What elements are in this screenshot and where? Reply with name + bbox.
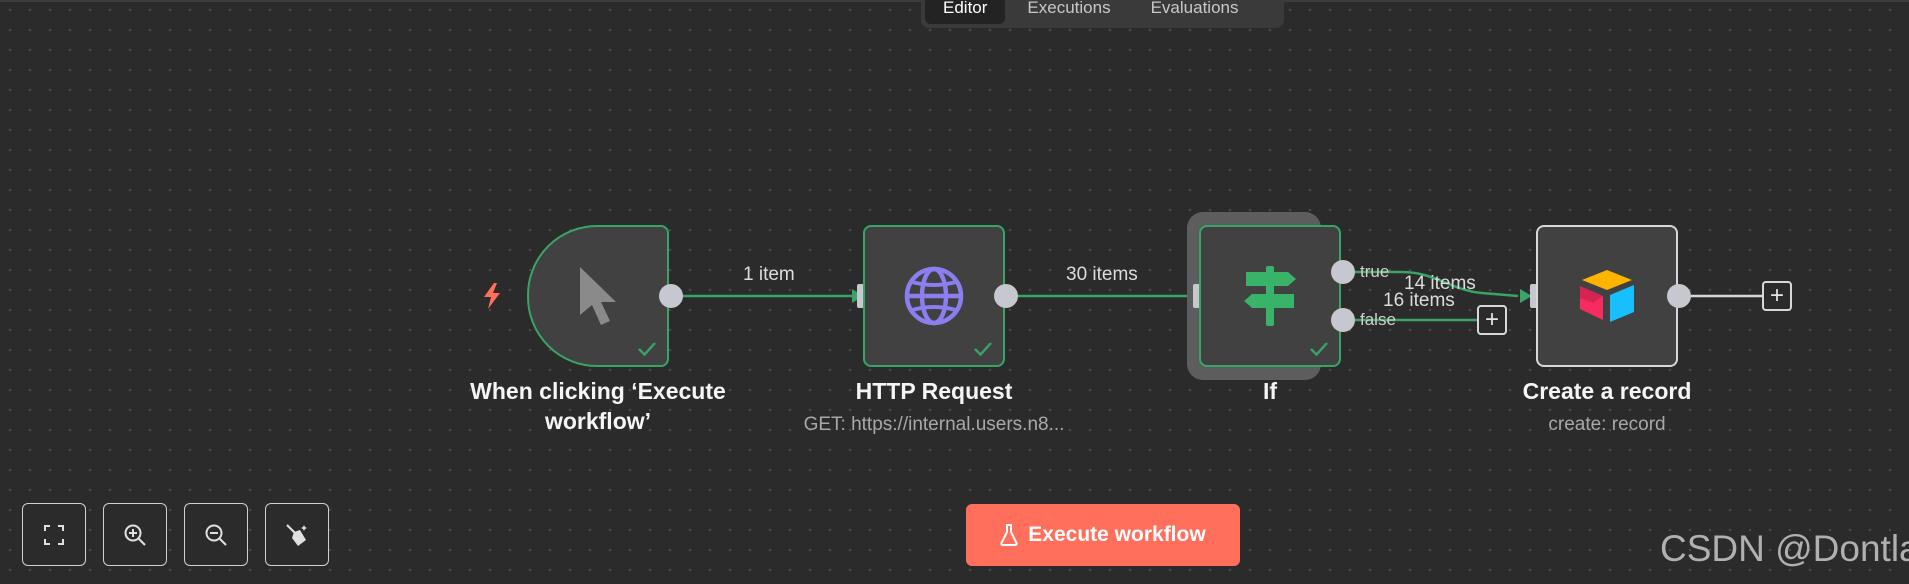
if-title: If (1262, 378, 1278, 404)
watermark-text: CSDN @Dontla (1660, 528, 1909, 569)
add-node-false-branch-button[interactable]: + (1477, 305, 1507, 335)
edge-label-16-items: 16 items (1383, 290, 1455, 311)
cursor-icon (580, 267, 616, 325)
success-check-icon (1310, 342, 1328, 357)
fit-view-button[interactable] (22, 503, 86, 566)
trigger-output-handle[interactable] (659, 284, 683, 308)
zoom-in-button[interactable] (103, 503, 167, 566)
edge-label-30-items: 30 items (1066, 264, 1138, 285)
if-false-handle[interactable] (1331, 308, 1355, 332)
branch-label-false: false (1360, 310, 1396, 329)
airtable-icon (1580, 270, 1634, 322)
edge-trigger-http[interactable] (671, 289, 864, 303)
signpost-icon (1244, 266, 1296, 326)
http-output-handle[interactable] (994, 284, 1018, 308)
if-true-handle[interactable] (1331, 260, 1355, 284)
broom-icon (286, 523, 307, 546)
http-title: HTTP Request (855, 378, 1013, 404)
fit-view-icon (44, 524, 64, 545)
airtable-output-handle[interactable] (1667, 284, 1691, 308)
success-check-icon (638, 342, 656, 357)
globe-icon (904, 266, 964, 326)
trigger-title: When clicking ‘Execute workflow’ (470, 378, 726, 434)
tidy-up-button[interactable] (265, 503, 329, 566)
execute-workflow-label: Execute workflow (1028, 523, 1206, 546)
zoom-in-icon (124, 524, 146, 546)
add-node-end-button[interactable]: + (1762, 281, 1792, 311)
node-create-record[interactable] (1536, 225, 1678, 367)
node-if[interactable] (1199, 225, 1341, 367)
node-manual-trigger[interactable] (527, 225, 669, 367)
flask-icon (1000, 524, 1018, 546)
trigger-bolt-icon (484, 283, 500, 309)
branch-label-true: true (1360, 262, 1390, 281)
edge-http-if[interactable] (1007, 289, 1200, 303)
airtable-subtitle: create: record (1548, 414, 1666, 435)
success-check-icon (974, 342, 992, 357)
edge-label-1-item: 1 item (743, 264, 795, 285)
airtable-title: Create a record (1522, 378, 1692, 404)
http-subtitle: GET: https://internal.users.n8... (803, 414, 1065, 435)
zoom-out-button[interactable] (184, 503, 248, 566)
node-http-request[interactable] (863, 225, 1005, 367)
zoom-out-icon (205, 524, 227, 546)
execute-workflow-button[interactable]: Execute workflow (966, 504, 1240, 566)
